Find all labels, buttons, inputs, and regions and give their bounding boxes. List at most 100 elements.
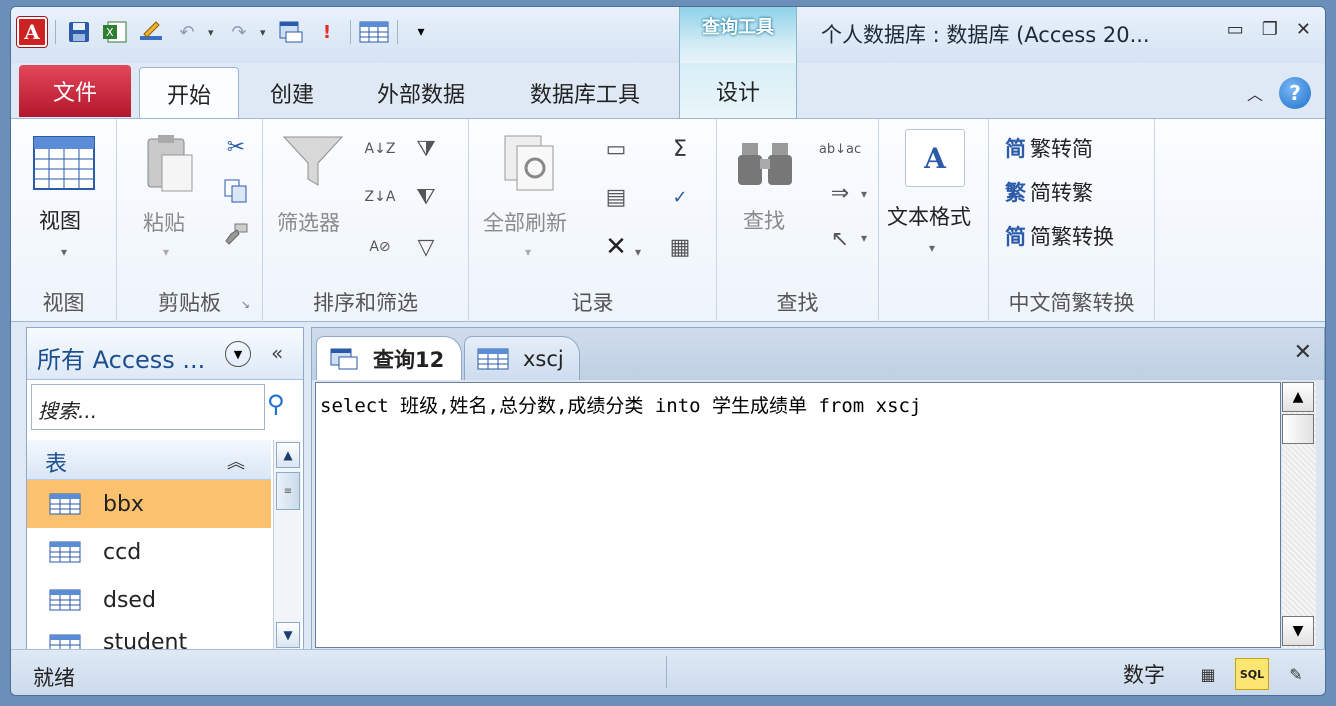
nav-group-tables[interactable]: 表 ︽ — [27, 440, 271, 480]
sort-descending-icon[interactable]: Z↓A — [363, 181, 397, 213]
nav-pane-collapse-icon[interactable]: « — [271, 341, 283, 365]
nav-item-student[interactable]: student — [27, 624, 271, 652]
tab-create[interactable]: 创建 — [247, 67, 337, 119]
nav-scrollbar[interactable]: ▲ ≡ ▼ — [273, 440, 301, 652]
undo-icon[interactable]: ↶ — [172, 17, 202, 47]
cut-icon[interactable]: ✂ — [219, 131, 253, 163]
datasheet-view-icon[interactable] — [33, 135, 95, 191]
doc-tab-query12[interactable]: 查询12 — [316, 336, 462, 380]
nav-item-bbx[interactable]: bbx — [27, 480, 271, 528]
delete-dropdown-icon[interactable]: ▾ — [635, 245, 641, 259]
tab-home[interactable]: 开始 — [139, 67, 239, 119]
run-icon[interactable]: ! — [312, 17, 342, 47]
window-controls: ▭ ❐ ✕ — [1227, 19, 1311, 40]
title-bar: A X ↶ ▾ ↷ ▾ ! ▾ 查询工具 个人数据库: 数据库 (Access… — [11, 7, 1325, 63]
nav-pane-title[interactable]: 所有 Access ... — [37, 340, 205, 375]
trad-to-simp-button[interactable]: 简 繁转简 — [1005, 133, 1093, 163]
copy-icon[interactable] — [219, 175, 253, 207]
conversion-button[interactable]: 简 简繁转换 — [1005, 221, 1114, 251]
scroll-thumb[interactable] — [1282, 414, 1314, 444]
minimize-ribbon-icon[interactable]: ︿ — [1247, 81, 1263, 105]
refresh-dropdown-icon[interactable]: ▾ — [525, 245, 531, 259]
scroll-down-icon[interactable]: ▼ — [276, 622, 300, 648]
nav-item-dsed[interactable]: dsed — [27, 576, 271, 624]
text-format-icon[interactable]: A — [905, 129, 965, 187]
paste-icon[interactable] — [143, 133, 197, 193]
goto-dropdown-icon[interactable]: ▾ — [861, 187, 867, 201]
spelling-icon[interactable]: ✓ — [663, 181, 697, 213]
binoculars-icon[interactable] — [735, 135, 795, 191]
view-dropdown-icon[interactable]: ▾ — [61, 245, 67, 259]
filter-button-label[interactable]: 筛选器 — [277, 207, 340, 237]
window-title: 个人数据库 : 数据库 (Access 20... — [821, 23, 1150, 47]
undo-dropdown-icon[interactable]: ▾ — [208, 26, 218, 39]
delete-record-icon[interactable]: ✕ — [599, 231, 633, 263]
table-icon[interactable] — [359, 17, 389, 47]
toggle-filter-icon[interactable]: ▽ — [409, 231, 443, 263]
close-icon[interactable]: ✕ — [1296, 19, 1311, 40]
nav-item-ccd[interactable]: ccd — [27, 528, 271, 576]
scroll-up-icon[interactable]: ▲ — [276, 442, 300, 468]
view-button-label[interactable]: 视图 — [39, 205, 81, 235]
simp-to-trad-icon: 繁 — [1005, 181, 1026, 205]
simp-to-trad-label: 简转繁 — [1030, 181, 1093, 205]
filter-icon[interactable] — [281, 135, 345, 189]
scroll-thumb[interactable]: ≡ — [276, 472, 300, 510]
selection-filter-icon[interactable]: ⧩ — [409, 133, 443, 165]
refresh-all-icon[interactable] — [503, 133, 559, 193]
doc-tab-xscj[interactable]: xscj — [464, 336, 580, 380]
excel-export-icon[interactable]: X — [100, 17, 130, 47]
redo-icon[interactable]: ↷ — [224, 17, 254, 47]
advanced-filter-icon[interactable]: ⧨ — [409, 181, 443, 213]
text-format-dropdown-icon[interactable]: ▾ — [929, 241, 935, 255]
tab-file[interactable]: 文件 — [19, 65, 131, 117]
new-record-icon[interactable]: ▭ — [599, 133, 633, 165]
edit-icon[interactable] — [136, 17, 166, 47]
tab-database-tools[interactable]: 数据库工具 — [511, 67, 659, 119]
replace-icon[interactable]: ab↓ac — [819, 133, 861, 165]
format-painter-icon[interactable] — [219, 219, 253, 251]
conversion-label: 简繁转换 — [1030, 225, 1114, 249]
restore-icon[interactable]: ❐ — [1262, 19, 1278, 40]
ribbon-right-controls: ︿ ? — [1247, 77, 1311, 109]
save-record-icon[interactable]: ▤ — [599, 181, 633, 213]
nav-pane-header[interactable]: 所有 Access ... ▼ « — [27, 328, 303, 380]
find-button-label[interactable]: 查找 — [743, 205, 785, 235]
sort-ascending-icon[interactable]: A↓Z — [363, 133, 397, 165]
group-text-format: A 文本格式 ▾ — [879, 119, 989, 323]
scroll-up-icon[interactable]: ▲ — [1282, 382, 1314, 412]
text-format-button-label[interactable]: 文本格式 — [887, 201, 971, 231]
minimize-icon[interactable]: ▭ — [1227, 19, 1244, 40]
nav-search-input[interactable]: 搜索... — [31, 384, 265, 430]
tab-design[interactable]: 设计 — [679, 63, 797, 119]
sql-editor[interactable]: select 班级,姓名,总分数,成绩分类 into 学生成绩单 from xs… — [315, 382, 1281, 648]
paste-button-label[interactable]: 粘贴 — [143, 207, 185, 237]
select-dropdown-icon[interactable]: ▾ — [861, 231, 867, 245]
scroll-down-icon[interactable]: ▼ — [1282, 616, 1314, 646]
query-view-icon[interactable] — [276, 17, 306, 47]
paste-dropdown-icon[interactable]: ▾ — [163, 245, 169, 259]
editor-scrollbar[interactable]: ▲ ▼ — [1282, 382, 1316, 648]
sql-view-button[interactable]: SQL — [1235, 658, 1269, 690]
clipboard-launcher-icon[interactable]: ↘ — [241, 298, 250, 311]
design-view-status-icon[interactable]: ✎ — [1281, 659, 1311, 689]
search-icon[interactable]: ⚲ — [267, 390, 285, 418]
goto-icon[interactable]: ⇒ — [823, 177, 857, 209]
clear-sort-icon[interactable]: A⊘ — [363, 231, 397, 263]
customize-qat-icon[interactable]: ▾ — [406, 17, 436, 47]
datasheet-view-status-icon[interactable]: ▦ — [1193, 659, 1223, 689]
more-records-icon[interactable]: ▦ — [663, 231, 697, 263]
access-logo-icon[interactable]: A — [17, 17, 47, 47]
refresh-all-button-label[interactable]: 全部刷新 — [483, 207, 567, 237]
redo-dropdown-icon[interactable]: ▾ — [260, 26, 270, 39]
totals-icon[interactable]: Σ — [663, 133, 697, 165]
save-icon[interactable] — [64, 17, 94, 47]
nav-pane-dropdown-icon[interactable]: ▼ — [225, 341, 251, 367]
help-icon[interactable]: ? — [1279, 77, 1311, 109]
nav-group-collapse-icon[interactable]: ︽ — [227, 448, 245, 474]
close-document-icon[interactable]: ✕ — [1294, 340, 1312, 365]
simp-to-trad-button[interactable]: 繁 简转繁 — [1005, 177, 1093, 207]
select-icon[interactable]: ↖ — [823, 223, 857, 255]
tab-external-data[interactable]: 外部数据 — [351, 67, 491, 119]
sql-text[interactable]: select 班级,姓名,总分数,成绩分类 into 学生成绩单 from xs… — [320, 391, 921, 418]
